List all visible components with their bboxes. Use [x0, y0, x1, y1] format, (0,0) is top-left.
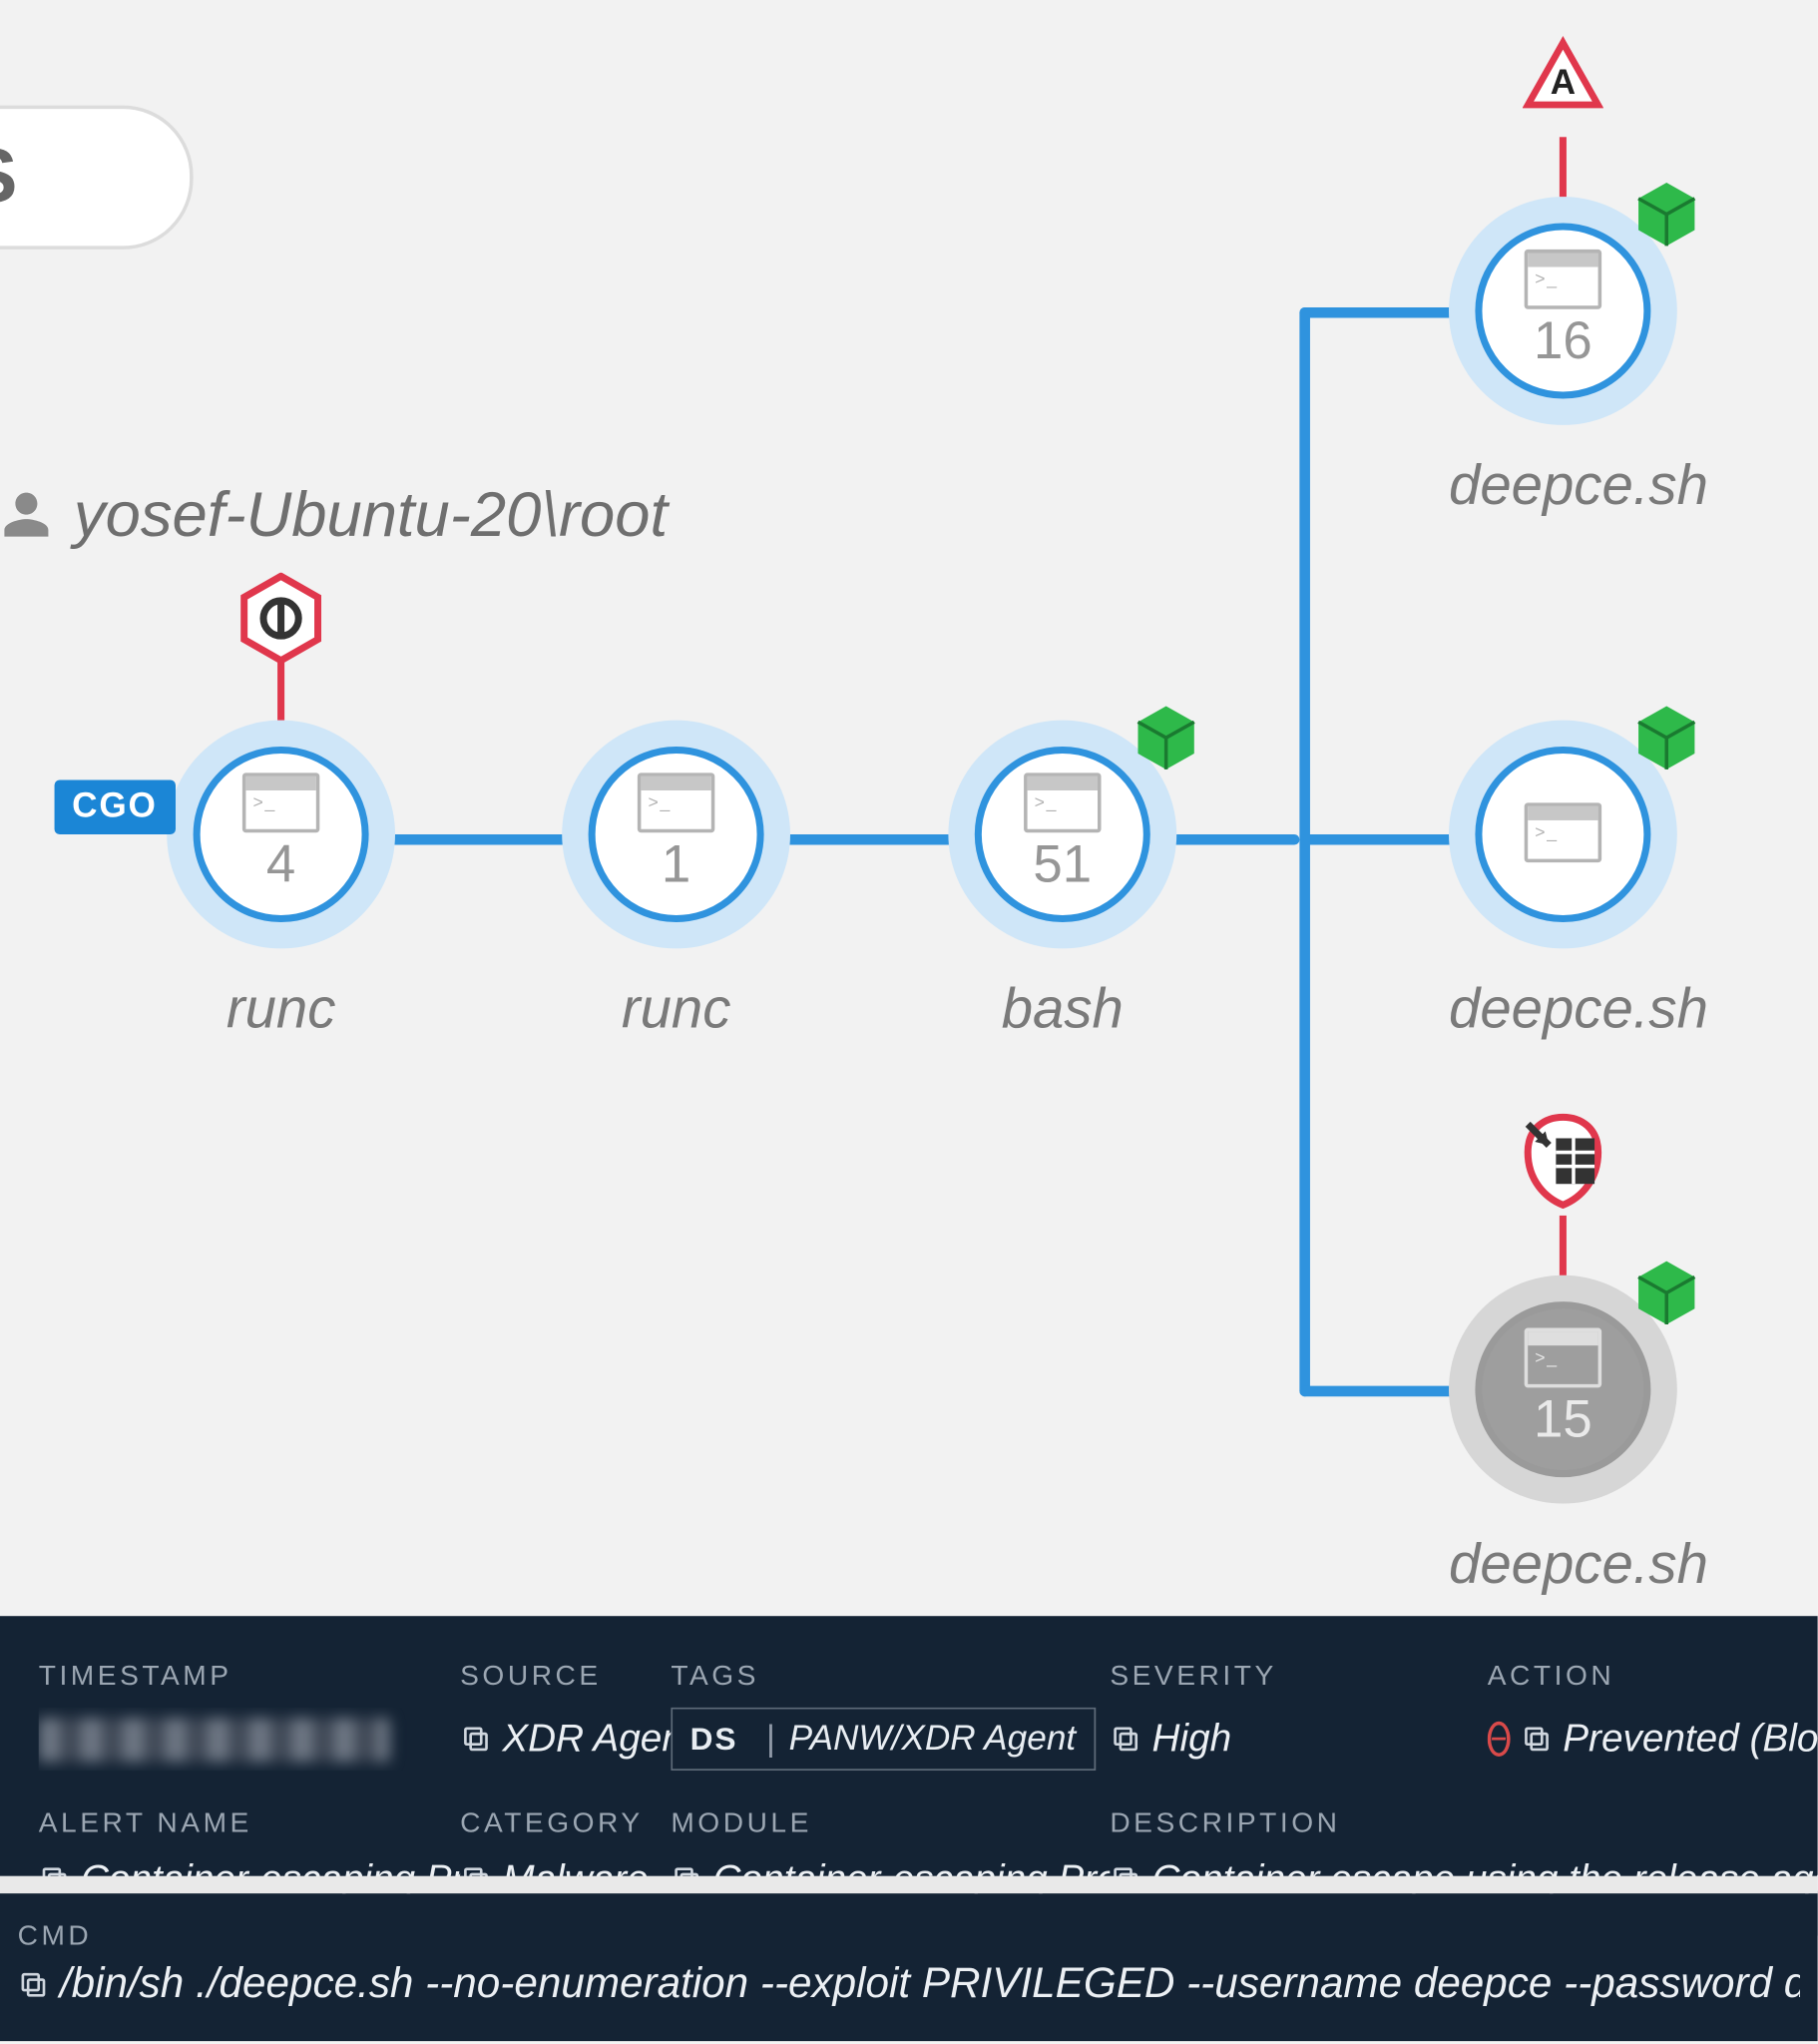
causality-graph[interactable]: S yosef-Ubuntu-20\root CGO [0, 0, 1818, 1616]
process-node-deepce-mid[interactable]: deepce.sh [1449, 721, 1677, 1042]
svg-text:A: A [1551, 63, 1576, 102]
terminal-icon [1525, 802, 1601, 862]
copy-icon [1110, 1724, 1141, 1756]
container-cube-icon [1131, 703, 1200, 772]
terminal-icon [1525, 1328, 1601, 1388]
terminal-icon [1024, 772, 1101, 832]
node-count: 4 [266, 836, 295, 896]
value-action[interactable]: – Prevented (Blocked) [1488, 1708, 1818, 1771]
process-node-runc[interactable]: 1 runc [562, 721, 790, 1042]
container-cube-icon [1631, 1258, 1701, 1327]
value-cmd[interactable]: /bin/sh ./deepce.sh --no-enumeration --e… [18, 1960, 1800, 2009]
process-node-deepce-blocked[interactable]: 15 deepce.sh [1449, 1276, 1677, 1597]
firewall-block-icon [1511, 1107, 1616, 1213]
label-tags: TAGS [671, 1662, 1110, 1694]
container-cube-icon [1631, 703, 1701, 772]
copy-icon [18, 1969, 50, 2001]
label-cmd: CMD [18, 1921, 1800, 1953]
host-user-text: yosef-Ubuntu-20\root [74, 478, 668, 552]
warning-triangle-icon: A [1523, 28, 1603, 120]
label-category: CATEGORY [460, 1809, 671, 1841]
edge [764, 834, 975, 845]
user-icon [0, 488, 53, 541]
node-count: 16 [1534, 312, 1592, 372]
terminal-icon [1525, 250, 1601, 309]
cmd-panel: CMD /bin/sh ./deepce.sh --no-enumeration… [0, 1893, 1818, 2041]
label-description: DESCRIPTION [1110, 1809, 1818, 1841]
process-node-deepce-top[interactable]: A 16 deepce.sh [1449, 197, 1677, 518]
copy-icon [1521, 1724, 1553, 1756]
process-node-runc-cgo[interactable]: CGO 4 runc [167, 721, 395, 1042]
label-module: MODULE [671, 1809, 1110, 1841]
node-label: deepce.sh [1449, 977, 1677, 1042]
node-label: runc [562, 977, 790, 1042]
blocked-icon: – [1488, 1722, 1511, 1757]
value-tags[interactable]: DS | PANW/XDR Agent [671, 1708, 1110, 1771]
node-label: bash [948, 977, 1176, 1042]
process-node-bash[interactable]: 51 bash [948, 721, 1176, 1042]
edge [1299, 1386, 1466, 1397]
panel-divider [0, 1876, 1818, 1894]
alert-stem [277, 661, 284, 721]
alert-stem [1560, 1216, 1567, 1276]
edge [1299, 834, 1466, 845]
node-label: deepce.sh [1449, 1532, 1677, 1597]
label-source: SOURCE [460, 1662, 671, 1694]
edge [1299, 307, 1310, 1396]
node-count: 51 [1033, 836, 1092, 896]
host-user-label: yosef-Ubuntu-20\root [0, 478, 668, 552]
label-action: ACTION [1488, 1662, 1818, 1694]
node-count: 1 [662, 836, 690, 896]
value-source[interactable]: XDR Agent [460, 1708, 671, 1771]
edge [1299, 307, 1466, 318]
alert-badge-icon [240, 573, 321, 665]
tag-pill[interactable]: DS | PANW/XDR Agent [671, 1708, 1095, 1771]
container-cube-icon [1631, 180, 1701, 250]
label-timestamp: TIMESTAMP [39, 1662, 460, 1694]
terminal-icon [242, 772, 319, 832]
label-severity: SEVERITY [1110, 1662, 1487, 1694]
filter-chip[interactable]: S [0, 106, 194, 250]
node-label: deepce.sh [1449, 453, 1677, 518]
edge [369, 834, 580, 845]
node-count: 15 [1534, 1391, 1592, 1451]
terminal-icon [638, 772, 714, 832]
value-timestamp [39, 1708, 460, 1771]
node-label: runc [167, 977, 395, 1042]
value-severity[interactable]: High [1110, 1708, 1487, 1771]
alert-stem [1560, 137, 1567, 197]
redacted-block [39, 1717, 390, 1761]
copy-icon [460, 1724, 492, 1756]
label-alert-name: ALERT NAME [39, 1809, 460, 1841]
cgo-badge: CGO [55, 779, 176, 834]
